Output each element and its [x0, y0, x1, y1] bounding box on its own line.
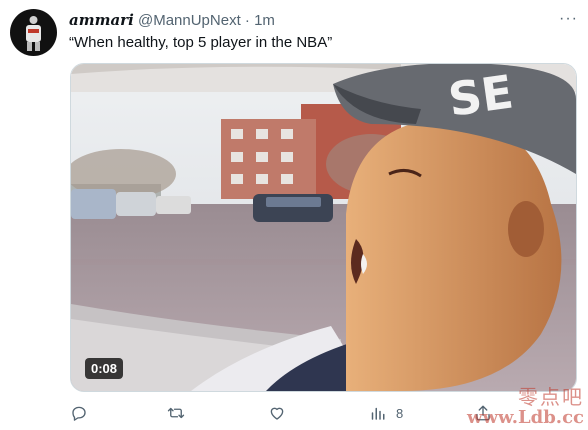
video-frame: SE: [71, 64, 576, 391]
tweet-text: “When healthy, top 5 player in the NBA”: [69, 34, 333, 51]
reply-icon: [72, 406, 86, 421]
avatar-figure-icon: [26, 16, 41, 51]
views-count: 8: [396, 405, 404, 421]
watermark: 零点吧 www.Ldb.cc: [467, 386, 584, 428]
watermark-chinese: 零点吧: [518, 385, 584, 409]
separator: ·: [244, 12, 250, 29]
reply-button[interactable]: [70, 402, 88, 424]
avatar[interactable]: [10, 9, 57, 56]
tweet-header: ammari @MannUpNext · 1m ···: [69, 10, 578, 30]
display-name[interactable]: ammari: [69, 11, 134, 29]
heart-icon: [270, 407, 284, 420]
video-duration: 0:08: [85, 358, 124, 379]
views-icon: [371, 407, 385, 420]
timestamp[interactable]: 1m: [254, 12, 275, 29]
cap-text: SE: [445, 64, 516, 126]
watermark-url: www.Ldb.cc: [467, 407, 584, 428]
more-button[interactable]: ···: [559, 10, 578, 28]
video-player[interactable]: SE 0:08: [70, 63, 577, 392]
retweet-button[interactable]: [167, 402, 185, 424]
retweet-icon: [167, 407, 185, 419]
more-horizontal-icon: ···: [559, 10, 578, 27]
views-button[interactable]: 8: [368, 402, 403, 424]
handle[interactable]: @MannUpNext: [138, 12, 241, 29]
like-button[interactable]: [268, 402, 286, 424]
